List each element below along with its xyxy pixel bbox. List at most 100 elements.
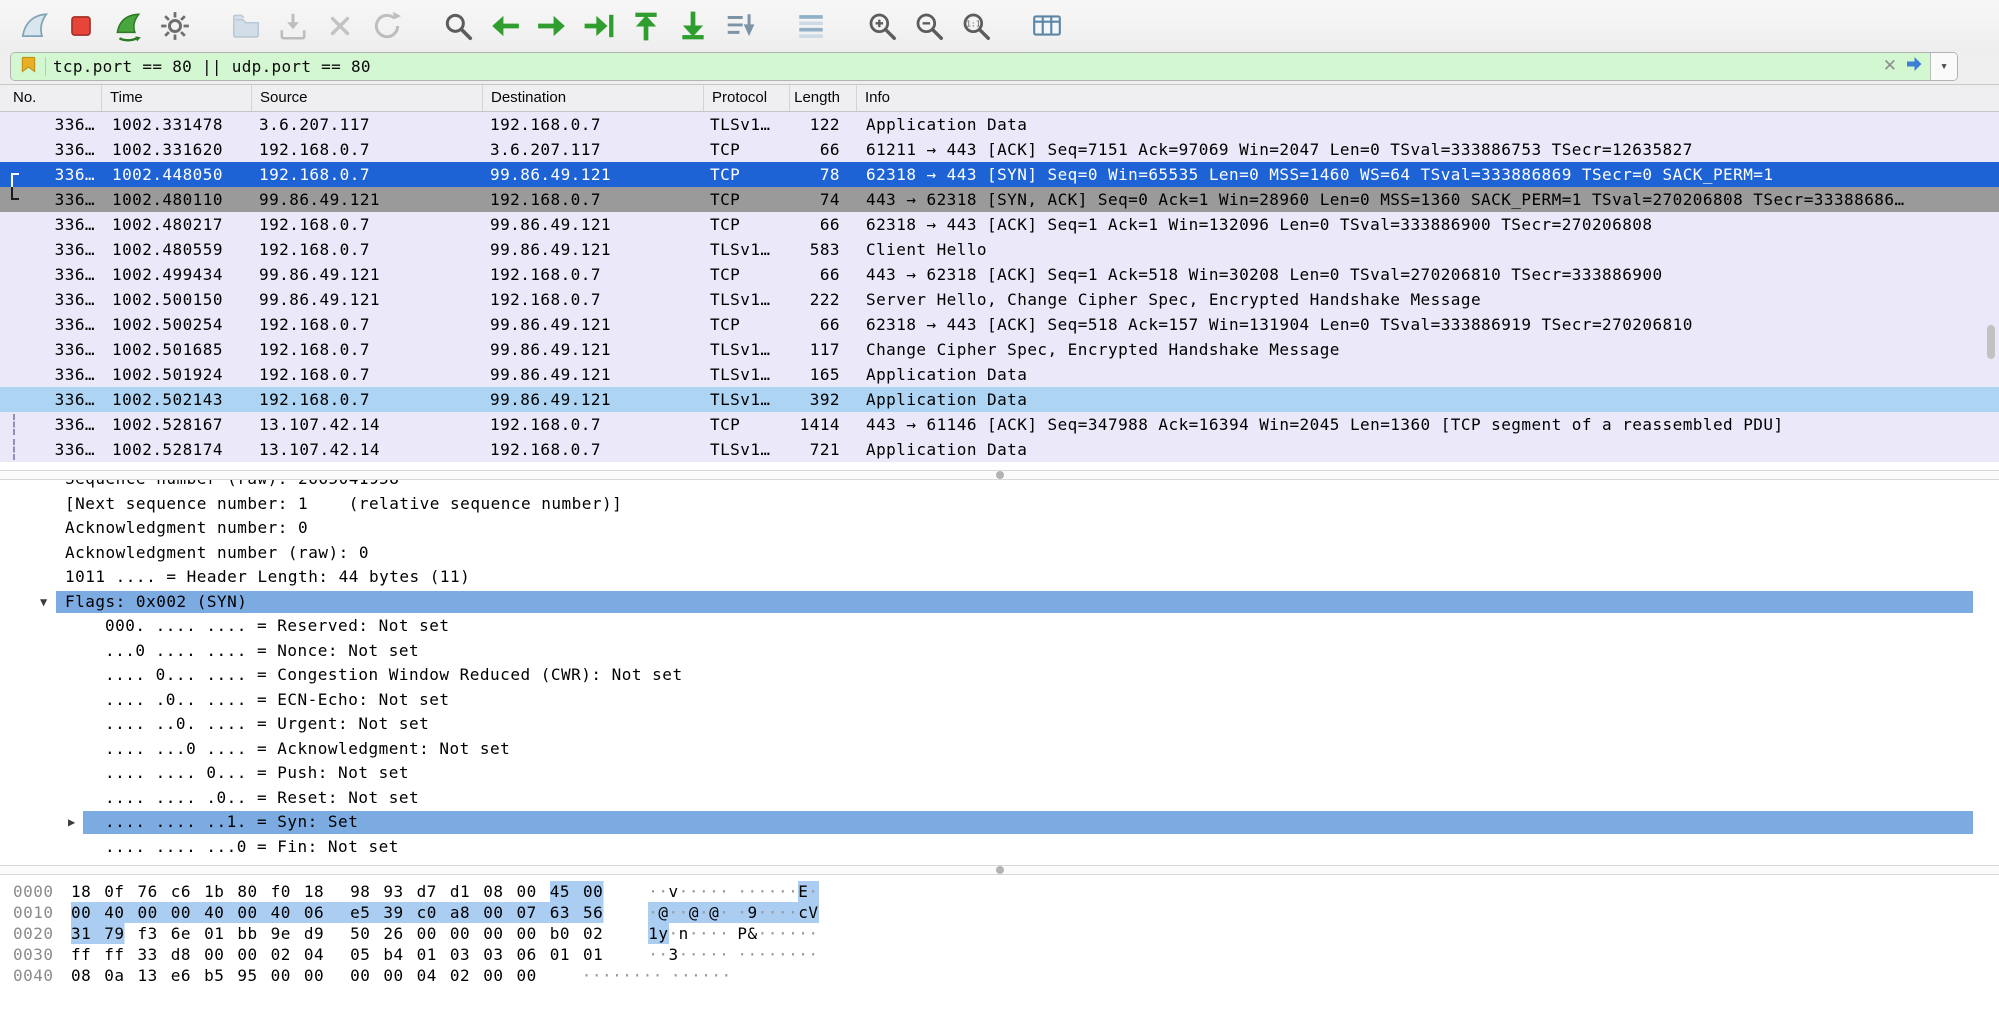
- filter-dropdown-button[interactable]: ▾: [1930, 53, 1957, 80]
- cell-length: 66: [790, 312, 857, 337]
- detail-row[interactable]: 000. .... .... = Reserved: Not set: [0, 614, 1999, 639]
- column-header-destination[interactable]: Destination: [483, 85, 704, 111]
- auto-scroll-toggle-button[interactable]: [716, 5, 763, 47]
- detail-row[interactable]: ▼Flags: 0x002 (SYN): [0, 590, 1999, 615]
- detail-row[interactable]: .... .0.. .... = ECN-Echo: Not set: [0, 688, 1999, 713]
- ascii-char: ·: [699, 944, 709, 965]
- bookmark-icon[interactable]: [19, 55, 38, 78]
- ascii-char: ·: [798, 923, 808, 944]
- detail-row[interactable]: ▶.... .... ..1. = Syn: Set: [0, 810, 1999, 835]
- ascii-char: ·: [778, 923, 788, 944]
- packet-row[interactable]: 336…1002.480217192.168.0.799.86.49.121TC…: [0, 212, 1999, 237]
- packet-row[interactable]: 336…1002.3314783.6.207.117192.168.0.7TLS…: [0, 112, 1999, 137]
- save-capture-file-button[interactable]: [269, 5, 316, 47]
- cell-destination: 192.168.0.7: [483, 187, 704, 212]
- cell-length: 78: [790, 162, 857, 187]
- packet-row[interactable]: 336…1002.501924192.168.0.799.86.49.121TL…: [0, 362, 1999, 387]
- hex-row[interactable]: 0000180f76c61b80f0189893d7d108004500··v·…: [0, 881, 1999, 902]
- packet-row[interactable]: 336…1002.50015099.86.49.121192.168.0.7TL…: [0, 287, 1999, 312]
- pane-splitter-top[interactable]: [0, 470, 1999, 480]
- main-toolbar: 1:1: [0, 0, 1999, 51]
- reload-capture-file-button[interactable]: [363, 5, 410, 47]
- hex-byte: ff: [104, 944, 137, 965]
- ascii-char: ·: [648, 881, 658, 902]
- column-header-info[interactable]: Info: [857, 85, 1999, 111]
- ascii-char: ·: [671, 965, 681, 986]
- detail-text: Sequence number (raw): 2665041958: [0, 480, 399, 492]
- cell-time: 1002.500150: [102, 287, 252, 312]
- restart-capture-button[interactable]: [104, 5, 151, 47]
- hex-byte: b0: [550, 923, 583, 944]
- cell-length: 583: [790, 237, 857, 262]
- hex-row[interactable]: 00100040000040004006e539c0a800076356·@··…: [0, 902, 1999, 923]
- packet-list-scrollbar[interactable]: [1987, 325, 1995, 359]
- detail-row[interactable]: [Next sequence number: 1 (relative seque…: [0, 492, 1999, 517]
- packet-row[interactable]: 336…1002.501685192.168.0.799.86.49.121TL…: [0, 337, 1999, 362]
- capture-options-button[interactable]: [151, 5, 198, 47]
- display-filter-input[interactable]: tcp.port == 80 || udp.port == 80: [53, 57, 1876, 76]
- close-capture-file-button[interactable]: [316, 5, 363, 47]
- packet-row[interactable]: 336…1002.52816713.107.42.14192.168.0.7TC…: [0, 412, 1999, 437]
- start-capture-button[interactable]: [10, 5, 57, 47]
- hex-byte: 07: [516, 902, 549, 923]
- detail-row[interactable]: ...0 .... .... = Nonce: Not set: [0, 639, 1999, 664]
- packet-row[interactable]: 336…1002.502143192.168.0.799.86.49.121TL…: [0, 387, 1999, 412]
- detail-row[interactable]: Acknowledgment number: 0: [0, 516, 1999, 541]
- cell-info: Change Cipher Spec, Encrypted Handshake …: [857, 337, 1999, 362]
- column-header-time[interactable]: Time: [102, 85, 252, 111]
- ascii-char: ·: [709, 944, 719, 965]
- apply-filter-icon[interactable]: [1904, 54, 1924, 78]
- detail-row[interactable]: .... 0... .... = Congestion Window Reduc…: [0, 663, 1999, 688]
- hex-byte: ff: [71, 944, 104, 965]
- go-to-previous-packet-button[interactable]: [481, 5, 528, 47]
- hex-row[interactable]: 00203179f36e01bb9ed9502600000000b0021y·n…: [0, 923, 1999, 944]
- packet-row[interactable]: 336…1002.49943499.86.49.121192.168.0.7TC…: [0, 262, 1999, 287]
- detail-row[interactable]: .... .... 0... = Push: Not set: [0, 761, 1999, 786]
- column-header-length[interactable]: Length: [790, 85, 857, 111]
- detail-row[interactable]: .... ..0. .... = Urgent: Not set: [0, 712, 1999, 737]
- zoom-in-button[interactable]: [858, 5, 905, 47]
- packet-row[interactable]: 336…1002.52817413.107.42.14192.168.0.7TL…: [0, 437, 1999, 462]
- cell-protocol: TCP: [704, 187, 790, 212]
- hex-byte: 01: [204, 923, 237, 944]
- display-filter-field[interactable]: tcp.port == 80 || udp.port == 80 ✕: [11, 53, 1930, 80]
- resize-columns-button[interactable]: [1023, 5, 1070, 47]
- detail-row[interactable]: Sequence number (raw): 2665041958: [0, 480, 1999, 492]
- collapse-arrow-icon[interactable]: ▼: [40, 590, 48, 615]
- detail-row[interactable]: Acknowledgment number (raw): 0: [0, 541, 1999, 566]
- packet-row[interactable]: 336…1002.500254192.168.0.799.86.49.121TC…: [0, 312, 1999, 337]
- detail-row[interactable]: .... ...0 .... = Acknowledgment: Not set: [0, 737, 1999, 762]
- column-header-protocol[interactable]: Protocol: [704, 85, 790, 111]
- detail-row[interactable]: .... .... .0.. = Reset: Not set: [0, 786, 1999, 811]
- packet-row[interactable]: 336…1002.448050192.168.0.799.86.49.121TC…: [0, 162, 1999, 187]
- detail-row[interactable]: .... .... ...0 = Fin: Not set: [0, 835, 1999, 860]
- go-to-last-packet-button[interactable]: [669, 5, 716, 47]
- go-to-next-packet-button[interactable]: [528, 5, 575, 47]
- go-to-first-packet-button[interactable]: [622, 5, 669, 47]
- detail-row[interactable]: 1011 .... = Header Length: 44 bytes (11): [0, 565, 1999, 590]
- zoom-out-button[interactable]: [905, 5, 952, 47]
- ascii-char: ·: [768, 902, 778, 923]
- find-packet-button[interactable]: [434, 5, 481, 47]
- column-header-no[interactable]: No.: [0, 85, 102, 111]
- column-header-source[interactable]: Source: [252, 85, 483, 111]
- packet-row[interactable]: 336…1002.480559192.168.0.799.86.49.121TL…: [0, 237, 1999, 262]
- hex-byte: f3: [138, 923, 171, 944]
- expand-arrow-icon[interactable]: ▶: [68, 810, 76, 835]
- open-capture-file-button[interactable]: [222, 5, 269, 47]
- zoom-reset-button[interactable]: 1:1: [952, 5, 999, 47]
- hex-row[interactable]: 0040080a13e6b5950000000004020000········…: [0, 965, 1999, 986]
- colorize-toggle-button[interactable]: [787, 5, 834, 47]
- packet-row[interactable]: 336…1002.331620192.168.0.73.6.207.117TCP…: [0, 137, 1999, 162]
- hex-row[interactable]: 0030ffff33d80000020405b4010303060101··3·…: [0, 944, 1999, 965]
- field-selection-highlight: [83, 811, 1973, 834]
- go-to-packet-button[interactable]: [575, 5, 622, 47]
- ascii-char: ·: [768, 881, 778, 902]
- stop-capture-button[interactable]: [57, 5, 104, 47]
- zoom-reset-icon: 1:1: [960, 10, 992, 42]
- cell-length: 1414: [790, 412, 857, 437]
- packet-row[interactable]: 336…1002.48011099.86.49.121192.168.0.7TC…: [0, 187, 1999, 212]
- pane-splitter-bottom[interactable]: [0, 865, 1999, 875]
- clear-filter-icon[interactable]: ✕: [1883, 56, 1897, 76]
- ascii-char: ·: [658, 881, 668, 902]
